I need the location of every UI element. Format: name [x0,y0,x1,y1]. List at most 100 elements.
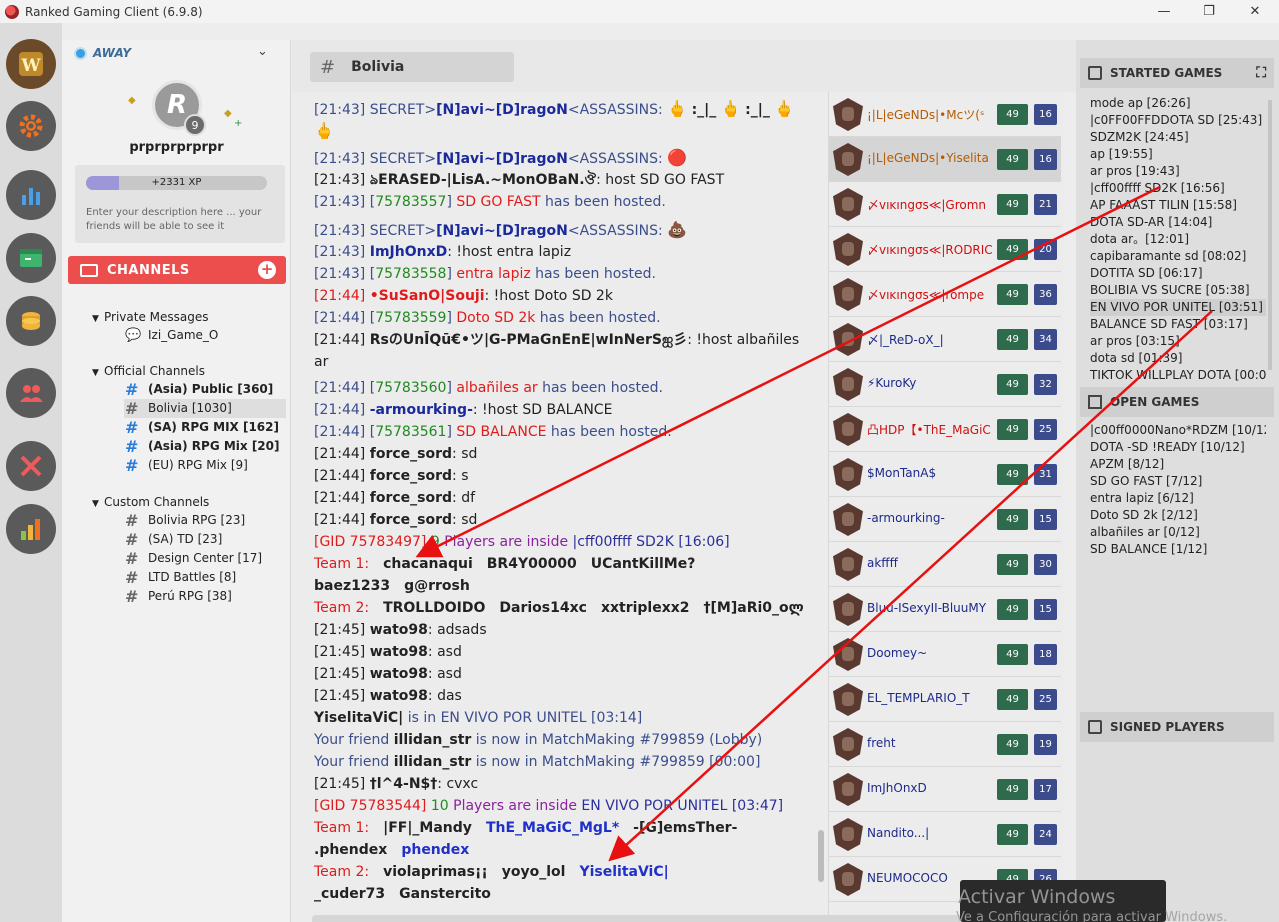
group-private-messages[interactable]: ▼ Private Messages [92,310,209,324]
channel-item[interactable]: (SA) RPG MIX [162] [148,418,310,437]
stats-bar-chart-icon[interactable] [6,170,56,220]
user-row[interactable]: 〆vıĸıngσѕ≪|Gromn 49 21 [829,182,1061,227]
started-game-item[interactable]: mode ap [26:26] [1090,95,1266,112]
activation-watermark-title: Activar Windows [958,886,1116,908]
channel-item[interactable]: Design Center [17] [148,549,310,568]
started-game-item[interactable]: DOTITA SD [06:17] [1090,265,1266,282]
games-panel: STARTED GAMES ⛶ OPEN GAMES SIGNED PLAYERS… [1076,40,1279,922]
open-game-item[interactable]: |c00ff0000Nano*RDZM [10/12] [1090,422,1266,439]
chat-message: [21:45] wato98: adsads [314,622,487,638]
group-official-channels[interactable]: ▼ Official Channels [92,364,205,378]
signed-players-header[interactable]: SIGNED PLAYERS [1080,712,1274,742]
channel-item[interactable]: (EU) RPG Mix [9] [148,456,310,475]
open-game-item[interactable]: entra lapiz [6/12] [1090,490,1266,507]
open-game-item[interactable]: SD BALANCE [1/12] [1090,541,1266,558]
user-avatar-icon [833,638,863,671]
settings-gear-icon[interactable] [6,101,56,151]
started-game-item[interactable]: |cff00ffff SD2K [16:56] [1090,180,1266,197]
chat-message: [21:43] ঌERASED-|LisA.~MonOBaN.ঔ: host S… [314,172,725,188]
chat-bubble-icon: 💬 [125,328,142,343]
status-label[interactable]: AWAY [93,46,131,60]
sparkle-icon: ◆ [224,108,232,119]
rank-badge: 32 [1034,374,1057,395]
tab-bolivia[interactable]: # Bolivia [310,52,514,82]
open-game-item[interactable]: albañiles ar [0/12] [1090,524,1266,541]
status-indicator-icon [74,47,87,60]
maximize-button[interactable]: ❐ [1186,0,1232,23]
started-game-item[interactable]: AP FAAAST TILIN [15:58] [1090,197,1266,214]
warcraft-icon[interactable]: W [6,39,56,89]
channel-item[interactable]: Bolivia RPG [23] [148,511,310,530]
channel-item[interactable]: Perú RPG [38] [148,587,310,606]
user-avatar-icon [833,863,863,896]
user-row[interactable]: ¡|L|eGeNDs|•Yiselita 49 16 [829,137,1061,182]
user-row[interactable]: 凸HDP【•ThE_MaGiC 49 25 [829,407,1061,452]
coins-icon[interactable] [6,296,56,346]
chevron-down-icon[interactable]: ⌄ [257,44,268,59]
started-game-item[interactable]: BOLIBIA VS SUCRE [05:38] [1090,282,1266,299]
user-row[interactable]: ImJhOnxD 49 17 [829,767,1061,812]
chat-log[interactable]: [21:43] SECRET>[N]avi~[D]ragoN<ASSASSINS… [292,92,828,922]
channel-item[interactable]: (SA) TD [23] [148,530,310,549]
user-row[interactable]: $MonTanA$ 49 31 [829,452,1061,497]
user-name: EL_TEMPLARIO_T [867,691,970,705]
hash-icon: # [125,418,139,437]
open-games-header[interactable]: OPEN GAMES [1080,387,1274,417]
minimize-button[interactable]: — [1141,0,1187,23]
started-game-item[interactable]: SDZM2K [24:45] [1090,129,1266,146]
started-game-item[interactable]: TIKTOK WILLPLAY DOTA [00:0 [1090,367,1266,384]
rank-badge: 21 [1034,194,1057,215]
channel-item[interactable]: LTD Battles [8] [148,568,310,587]
chat-scrollbar[interactable] [818,830,824,882]
add-channel-button[interactable]: + [258,261,276,279]
user-row[interactable]: EL_TEMPLARIO_T 49 25 [829,677,1061,722]
friend-status-message: Your friend illidan_str is now in MatchM… [314,754,761,770]
user-row[interactable]: Doomey~ 49 18 [829,632,1061,677]
friends-icon[interactable] [6,368,56,418]
user-row[interactable]: 〆vıĸıngσѕ≪|RODRIC 49 20 [829,227,1061,272]
channel-item-bolivia[interactable]: Bolivia [1030] [148,399,286,418]
ranking-chart-icon[interactable] [6,504,56,554]
started-game-item[interactable]: ap [19:55] [1090,146,1266,163]
started-game-item[interactable]: ar pros [19:43] [1090,163,1266,180]
user-avatar-icon [833,323,863,356]
expand-icon[interactable]: ⛶ [1256,65,1266,81]
crossed-swords-icon[interactable] [6,441,56,491]
chat-message: [21:44] [75783559] Doto SD 2k has been h… [314,310,661,326]
open-game-item[interactable]: APZM [8/12] [1090,456,1266,473]
user-row[interactable]: -armourking- 49 15 [829,497,1061,542]
user-row[interactable]: freht 49 19 [829,722,1061,767]
started-game-item[interactable]: BALANCE SD FAST [03:17] [1090,316,1266,333]
close-button[interactable]: ✕ [1232,0,1278,23]
user-name: -armourking- [867,511,945,525]
user-row[interactable]: ¡|L|eGeNDs|•Mcツ(ˢ 49 16 [829,92,1061,137]
open-game-item[interactable]: DOTA -SD !READY [10/12] [1090,439,1266,456]
user-row[interactable]: Nandito...| 49 24 [829,812,1061,857]
channel-item[interactable]: (Asia) Public [360] [148,380,310,399]
user-row[interactable]: 〆|_ReD-oX_| 49 34 [829,317,1061,362]
browser-window-icon[interactable] [6,233,56,283]
started-scrollbar[interactable] [1268,100,1272,370]
started-game-item[interactable]: |c0FF00FFDDOTA SD [25:43] [1090,112,1266,129]
started-game-item[interactable]: DOTA SD-AR [14:04] [1090,214,1266,231]
open-game-item[interactable]: Doto SD 2k [2/12] [1090,507,1266,524]
started-game-item[interactable]: dota ar。[12:01] [1090,231,1266,248]
user-row[interactable]: akffff 49 30 [829,542,1061,587]
user-row[interactable]: Bluu-ISexyII-BluuMY 49 15 [829,587,1061,632]
started-game-item[interactable]: capibaramante sd [08:02] [1090,248,1266,265]
open-game-item[interactable]: SD GO FAST [7/12] [1090,473,1266,490]
level-badge: 49 [997,284,1028,305]
hash-icon: # [125,437,139,456]
user-avatar-icon [833,773,863,806]
started-game-item[interactable]: EN VIVO POR UNITEL [03:51] [1090,299,1266,316]
description-field[interactable]: Enter your description here ... your fri… [86,206,271,234]
started-game-item[interactable]: dota sd [01:39] [1090,350,1266,367]
user-name: akffff [867,556,898,570]
started-game-item[interactable]: ar pros [03:15] [1090,333,1266,350]
pm-item[interactable]: Izi_Game_O [148,326,310,345]
user-row[interactable]: 〆vıĸıngσѕ≪|rompe 49 36 [829,272,1061,317]
started-games-header[interactable]: STARTED GAMES ⛶ [1080,58,1274,88]
group-custom-channels[interactable]: ▼ Custom Channels [92,495,209,509]
user-row[interactable]: ⚡KuroKy 49 32 [829,362,1061,407]
channel-item[interactable]: (Asia) RPG Mix [20] [148,437,310,456]
